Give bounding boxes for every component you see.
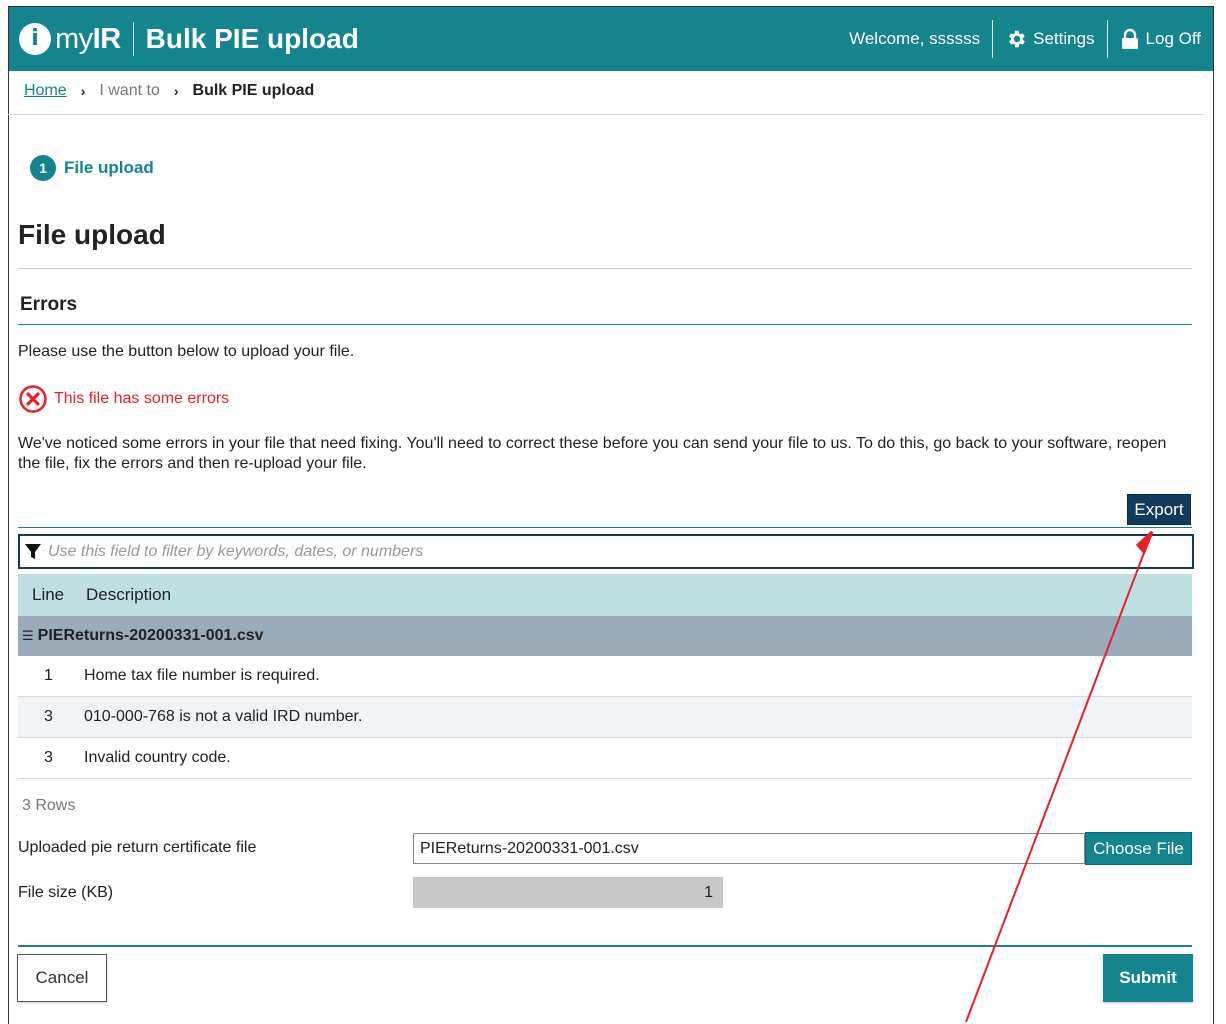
filter-input[interactable] bbox=[48, 542, 1192, 561]
breadcrumb-home[interactable]: Home bbox=[24, 82, 67, 100]
user-menu: Welcome, ssssss Settings Log Off bbox=[837, 7, 1213, 71]
brand-bold: IR bbox=[92, 22, 122, 55]
error-notice-text: We've noticed some errors in your file t… bbox=[18, 435, 1167, 472]
header-separator bbox=[132, 22, 134, 56]
file-field-label: Uploaded pie return certificate file bbox=[18, 839, 257, 856]
breadcrumb-i-want-to[interactable]: I want to bbox=[99, 82, 159, 100]
errors-table: Line Description ☰ PIEReturns-20200331-0… bbox=[18, 574, 1192, 779]
cell-line: 3 bbox=[44, 749, 53, 766]
footer-divider bbox=[18, 945, 1192, 947]
table-row[interactable]: 1 Home tax file number is required. bbox=[18, 656, 1192, 697]
settings-link[interactable]: Settings bbox=[993, 20, 1106, 58]
myir-logo[interactable]: i myIR bbox=[19, 23, 121, 56]
column-header-line[interactable]: Line bbox=[18, 585, 78, 605]
section-title: Errors bbox=[20, 294, 78, 315]
choose-file-button[interactable]: Choose File bbox=[1085, 832, 1192, 865]
export-button[interactable]: Export bbox=[1127, 494, 1191, 525]
step-number-badge: 1 bbox=[30, 155, 56, 181]
submit-button[interactable]: Submit bbox=[1103, 954, 1193, 1002]
app-title: Bulk PIE upload bbox=[145, 23, 359, 54]
cell-description: 010-000-768 is not a valid IRD number. bbox=[84, 708, 363, 725]
welcome-text: Welcome, ssssss bbox=[849, 29, 981, 48]
page-title: File upload bbox=[18, 219, 166, 250]
group-filename: PIEReturns-20200331-001.csv bbox=[37, 627, 264, 644]
error-message: This file has some errors bbox=[54, 390, 230, 407]
table-header: Line Description bbox=[18, 574, 1192, 616]
table-group-row[interactable]: ☰ PIEReturns-20200331-001.csv bbox=[18, 616, 1192, 656]
breadcrumb-current: Bulk PIE upload bbox=[192, 82, 315, 99]
table-row[interactable]: 3 010-000-768 is not a valid IRD number. bbox=[18, 697, 1192, 738]
file-size-label: File size (KB) bbox=[18, 884, 114, 901]
title-divider bbox=[18, 268, 1192, 269]
logoff-label: Log Off bbox=[1145, 29, 1201, 48]
cancel-button[interactable]: Cancel bbox=[17, 954, 107, 1002]
chevron-right-icon: › bbox=[80, 83, 86, 99]
chevron-right-icon: › bbox=[173, 83, 179, 99]
top-header: i myIR Bulk PIE upload Welcome, ssssss S… bbox=[9, 7, 1213, 71]
toolbar-divider bbox=[18, 527, 1192, 528]
cell-description: Home tax file number is required. bbox=[84, 667, 320, 684]
column-header-description[interactable]: Description bbox=[78, 585, 171, 605]
breadcrumb: Home › I want to › Bulk PIE upload bbox=[24, 82, 314, 100]
gear-icon bbox=[1009, 30, 1025, 48]
filter-bar bbox=[18, 534, 1194, 569]
breadcrumb-divider bbox=[8, 114, 1204, 115]
app-window: i myIR Bulk PIE upload Welcome, ssssss S… bbox=[8, 6, 1214, 1024]
cell-line: 3 bbox=[44, 708, 53, 725]
lock-icon bbox=[1121, 28, 1138, 49]
brand-prefix: my bbox=[55, 22, 93, 55]
file-name-field[interactable]: PIEReturns-20200331-001.csv bbox=[413, 833, 1085, 864]
filter-icon bbox=[25, 543, 41, 559]
error-circle-icon bbox=[19, 385, 47, 413]
row-count: 3 Rows bbox=[22, 797, 76, 814]
settings-label: Settings bbox=[1033, 29, 1095, 48]
table-row[interactable]: 3 Invalid country code. bbox=[18, 738, 1192, 779]
step-label: File upload bbox=[64, 158, 154, 177]
section-divider bbox=[18, 324, 1192, 325]
group-toggle-icon[interactable]: ☰ bbox=[22, 628, 34, 644]
step-indicator: 1 File upload bbox=[30, 155, 154, 181]
file-size-field: 1 bbox=[413, 877, 723, 908]
myir-logo-icon: i bbox=[19, 23, 51, 55]
cell-description: Invalid country code. bbox=[84, 749, 231, 766]
logoff-link[interactable]: Log Off bbox=[1108, 20, 1213, 58]
intro-text: Please use the button below to upload yo… bbox=[18, 343, 355, 360]
error-status: This file has some errors bbox=[18, 384, 229, 414]
cell-line: 1 bbox=[44, 667, 53, 684]
